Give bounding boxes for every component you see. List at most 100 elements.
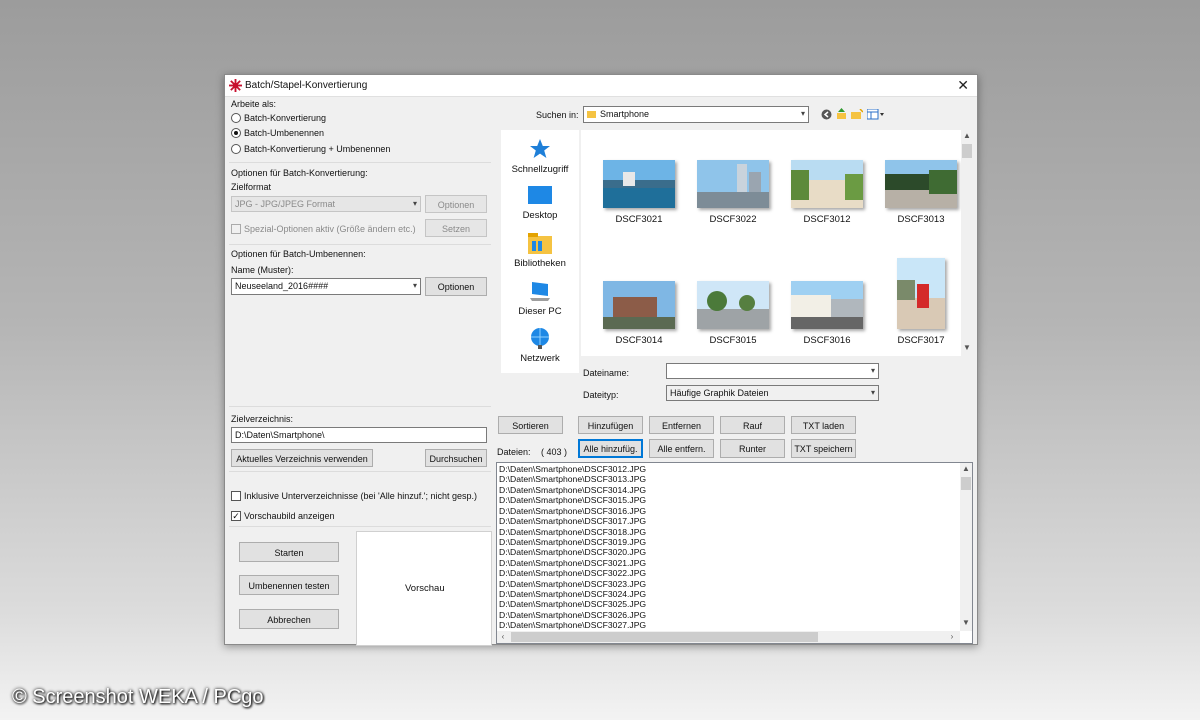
target-format-select[interactable]: JPG - JPG/JPEG Format ▾ (231, 196, 421, 212)
add-all-button[interactable]: Alle hinzufüg. (578, 439, 643, 458)
photo-thumbnail (791, 281, 863, 329)
list-item[interactable]: D:\Daten\Smartphone\DSCF3017.JPG (499, 516, 646, 526)
close-icon[interactable]: ✕ (957, 77, 969, 94)
list-item[interactable]: D:\Daten\Smartphone\DSCF3021.JPG (499, 558, 646, 568)
file-list-vscroll[interactable]: ▲ ▼ (960, 463, 972, 631)
files-label: Dateien: (497, 447, 531, 457)
special-options-checkbox[interactable] (231, 224, 241, 234)
window-title: Batch/Stapel-Konvertierung (245, 80, 368, 91)
remove-button[interactable]: Entfernen (649, 416, 714, 434)
scroll-thumb[interactable] (511, 632, 818, 642)
add-button[interactable]: Hinzufügen (578, 416, 643, 434)
place-label: Netzwerk (520, 353, 560, 364)
list-item[interactable]: D:\Daten\Smartphone\DSCF3015.JPG (499, 495, 646, 505)
list-item[interactable]: D:\Daten\Smartphone\DSCF3019.JPG (499, 537, 646, 547)
thumbnail-item[interactable]: DSCF3015 (687, 281, 779, 346)
start-button[interactable]: Starten (239, 542, 339, 562)
use-current-dir-button[interactable]: Aktuelles Verzeichnis verwenden (231, 449, 373, 467)
filetype-value: Häufige Graphik Dateien (670, 388, 769, 398)
scroll-thumb[interactable] (961, 477, 971, 490)
thumbnail-item[interactable]: DSCF3022 (687, 160, 779, 225)
cancel-button[interactable]: Abbrechen (239, 609, 339, 629)
photo-thumbnail (603, 281, 675, 329)
include-subdirs-checkbox[interactable] (231, 491, 241, 501)
place-quick-access[interactable]: Schnellzugriff (501, 138, 579, 175)
conversion-group-label: Optionen für Batch-Konvertierung: (231, 168, 368, 178)
thumbnail-item[interactable]: DSCF3012 (781, 160, 873, 225)
radio-batch-rename[interactable] (231, 128, 241, 138)
conversion-options-button[interactable]: Optionen (425, 195, 487, 213)
down-button[interactable]: Runter (720, 439, 785, 458)
scroll-right-icon[interactable]: › (946, 632, 958, 641)
thumbnail-scrollbar[interactable]: ▲ ▼ (961, 130, 973, 356)
look-in-select[interactable]: Smartphone ▾ (583, 106, 809, 123)
list-item[interactable]: D:\Daten\Smartphone\DSCF3022.JPG (499, 568, 646, 578)
name-pattern-value: Neuseeland_2016#### (235, 281, 329, 291)
app-icon (229, 79, 242, 92)
list-item[interactable]: D:\Daten\Smartphone\DSCF3018.JPG (499, 527, 646, 537)
save-txt-button[interactable]: TXT speichern (791, 439, 856, 458)
list-item[interactable]: D:\Daten\Smartphone\DSCF3020.JPG (499, 547, 646, 557)
place-this-pc[interactable]: Dieser PC (501, 280, 579, 317)
list-item[interactable]: D:\Daten\Smartphone\DSCF3024.JPG (499, 589, 646, 599)
scroll-up-icon[interactable]: ▲ (960, 464, 972, 473)
target-dir-input[interactable]: D:\Daten\Smartphone\ (231, 427, 487, 443)
scroll-left-icon[interactable]: ‹ (497, 632, 509, 641)
list-item[interactable]: D:\Daten\Smartphone\DSCF3023.JPG (499, 579, 646, 589)
thumbnail-item[interactable]: DSCF3013 (875, 160, 967, 225)
target-format-label: Zielformat (231, 182, 272, 192)
thumbnail-item[interactable]: DSCF3014 (593, 281, 685, 346)
thumbnail-item[interactable]: DSCF3016 (781, 281, 873, 346)
show-preview-checkbox[interactable]: ✓ (231, 511, 241, 521)
view-menu-icon[interactable] (867, 109, 885, 120)
place-label: Desktop (522, 210, 558, 221)
place-network[interactable]: Netzwerk (501, 327, 579, 364)
thumbnail-item[interactable]: DSCF3021 (593, 160, 685, 225)
network-icon (531, 328, 549, 349)
scroll-up-icon[interactable]: ▲ (961, 131, 973, 140)
rename-options-button[interactable]: Optionen (425, 277, 487, 296)
files-count: ( 403 ) (541, 447, 568, 457)
file-list-hscroll[interactable]: ‹ › (497, 631, 960, 643)
thumbnail-label: DSCF3015 (709, 335, 757, 346)
list-item[interactable]: D:\Daten\Smartphone\DSCF3025.JPG (499, 599, 646, 609)
thumbnail-label: DSCF3016 (803, 335, 851, 346)
set-button[interactable]: Setzen (425, 219, 487, 237)
list-item[interactable]: D:\Daten\Smartphone\DSCF3014.JPG (499, 485, 646, 495)
list-item[interactable]: D:\Daten\Smartphone\DSCF3012.JPG (499, 464, 646, 474)
browse-button[interactable]: Durchsuchen (425, 449, 487, 467)
look-in-value: Smartphone (600, 109, 650, 119)
special-options-label: Spezial-Optionen aktiv (Größe ändern etc… (244, 224, 416, 234)
list-item[interactable]: D:\Daten\Smartphone\DSCF3013.JPG (499, 474, 646, 484)
up-button[interactable]: Rauf (720, 416, 785, 434)
target-format-value: JPG - JPG/JPEG Format (235, 199, 336, 209)
target-dir-label: Zielverzeichnis: (231, 414, 294, 424)
place-libraries[interactable]: Bibliotheken (501, 232, 579, 269)
scroll-thumb[interactable] (962, 144, 972, 158)
chevron-down-icon: ▾ (412, 199, 417, 208)
sort-button[interactable]: Sortieren (498, 416, 563, 434)
back-icon[interactable] (821, 109, 832, 120)
name-pattern-select[interactable]: Neuseeland_2016#### ▾ (231, 278, 421, 295)
desktop-icon (528, 186, 552, 204)
scroll-down-icon[interactable]: ▼ (961, 343, 973, 352)
list-item[interactable]: D:\Daten\Smartphone\DSCF3026.JPG (499, 610, 646, 620)
chevron-down-icon: ▾ (800, 109, 805, 118)
radio-conversion-rename[interactable] (231, 144, 241, 154)
remove-all-button[interactable]: Alle entfern. (649, 439, 714, 458)
thumbnail-item[interactable]: DSCF3017 (875, 258, 967, 346)
place-desktop[interactable]: Desktop (501, 186, 579, 221)
photo-thumbnail (697, 160, 769, 208)
file-list[interactable]: D:\Daten\Smartphone\DSCF3012.JPG D:\Date… (496, 462, 973, 644)
scroll-down-icon[interactable]: ▼ (960, 618, 972, 627)
load-txt-button[interactable]: TXT laden (791, 416, 856, 434)
list-item[interactable]: D:\Daten\Smartphone\DSCF3016.JPG (499, 506, 646, 516)
thumbnail-label: DSCF3022 (709, 214, 757, 225)
up-folder-icon[interactable] (836, 108, 847, 120)
radio-batch-conversion[interactable] (231, 113, 241, 123)
filetype-select[interactable]: Häufige Graphik Dateien ▾ (666, 385, 879, 401)
test-rename-button[interactable]: Umbenennen testen (239, 575, 339, 595)
new-folder-icon[interactable] (851, 109, 863, 120)
list-item[interactable]: D:\Daten\Smartphone\DSCF3027.JPG (499, 620, 646, 630)
filename-input[interactable]: ▾ (666, 363, 879, 379)
